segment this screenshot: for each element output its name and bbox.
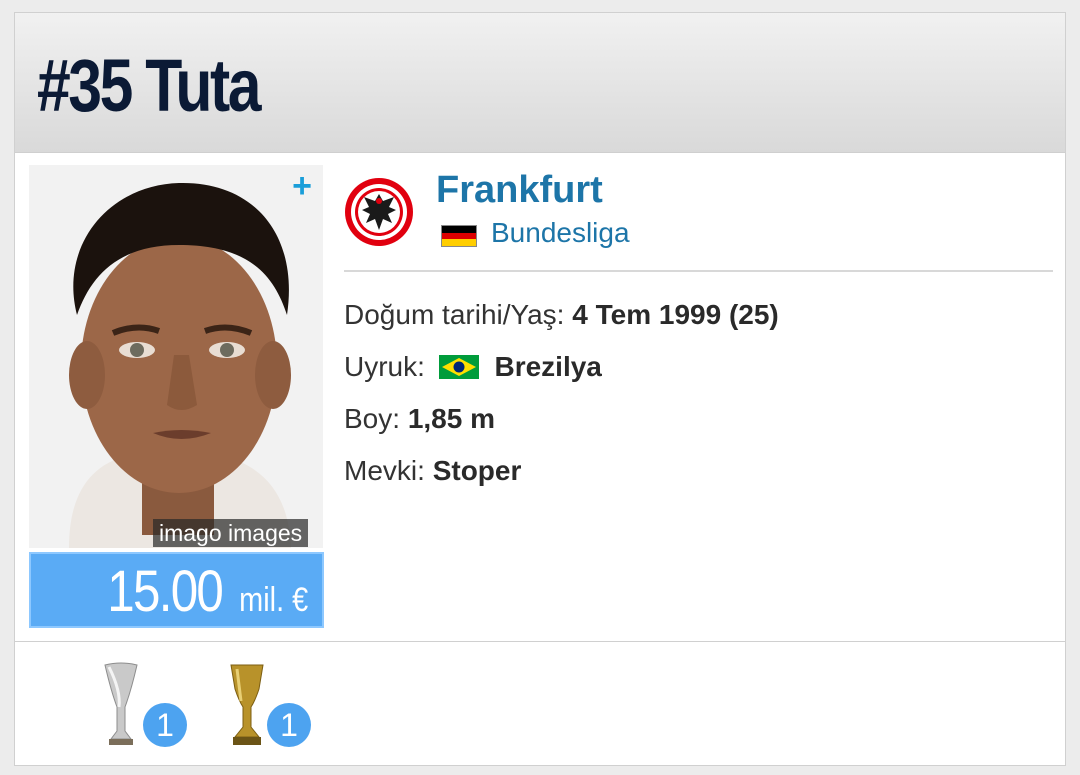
divider bbox=[344, 270, 1053, 272]
player-portrait bbox=[29, 165, 323, 548]
birth-value: 4 Tem 1999 (25) bbox=[572, 299, 779, 330]
height-label: Boy: bbox=[344, 403, 401, 434]
position-label: Mevki: bbox=[344, 455, 425, 486]
super-cup-trophy[interactable]: 1 bbox=[225, 661, 311, 751]
footer-divider bbox=[15, 641, 1065, 642]
trophy-count-badge: 1 bbox=[143, 703, 187, 747]
europa-league-trophy[interactable]: 1 bbox=[101, 661, 187, 751]
nationality-value: Brezilya bbox=[494, 351, 602, 382]
height-value: 1,85 m bbox=[407, 403, 495, 434]
trophy-count-badge: 1 bbox=[267, 703, 311, 747]
market-value-unit: mil. € bbox=[238, 581, 308, 619]
club-name-link[interactable]: Frankfurt bbox=[436, 169, 603, 212]
player-title: #35 Tuta bbox=[37, 44, 261, 127]
photo-credit: imago images bbox=[153, 519, 309, 547]
europa-league-trophy-icon bbox=[104, 662, 138, 745]
position-row: Mevki: Stoper bbox=[344, 455, 521, 487]
market-value-amount: 15.00 bbox=[107, 559, 224, 624]
league-name-link[interactable]: Bundesliga bbox=[491, 217, 630, 249]
height-row: Boy: 1,85 m bbox=[344, 403, 495, 435]
plus-icon[interactable]: + bbox=[287, 169, 317, 203]
birth-row: Doğum tarihi/Yaş: 4 Tem 1999 (25) bbox=[344, 299, 779, 331]
position-value: Stoper bbox=[432, 455, 522, 486]
player-header: #35 Tuta bbox=[15, 13, 1065, 153]
brazil-flag-icon bbox=[438, 355, 479, 379]
player-card: #35 Tuta + imago images 15.00 mil. € Fra… bbox=[14, 12, 1066, 766]
market-value-button[interactable]: 15.00 mil. € bbox=[29, 552, 324, 628]
germany-flag-icon bbox=[441, 225, 477, 247]
nationality-row: Uyruk: Brezilya bbox=[344, 351, 602, 383]
nationality-label: Uyruk: bbox=[344, 351, 425, 382]
birth-label: Doğum tarihi/Yaş: bbox=[344, 299, 565, 330]
super-cup-trophy-icon bbox=[230, 664, 264, 745]
eagle-crest-icon[interactable] bbox=[344, 177, 414, 247]
player-photo[interactable] bbox=[29, 165, 323, 548]
